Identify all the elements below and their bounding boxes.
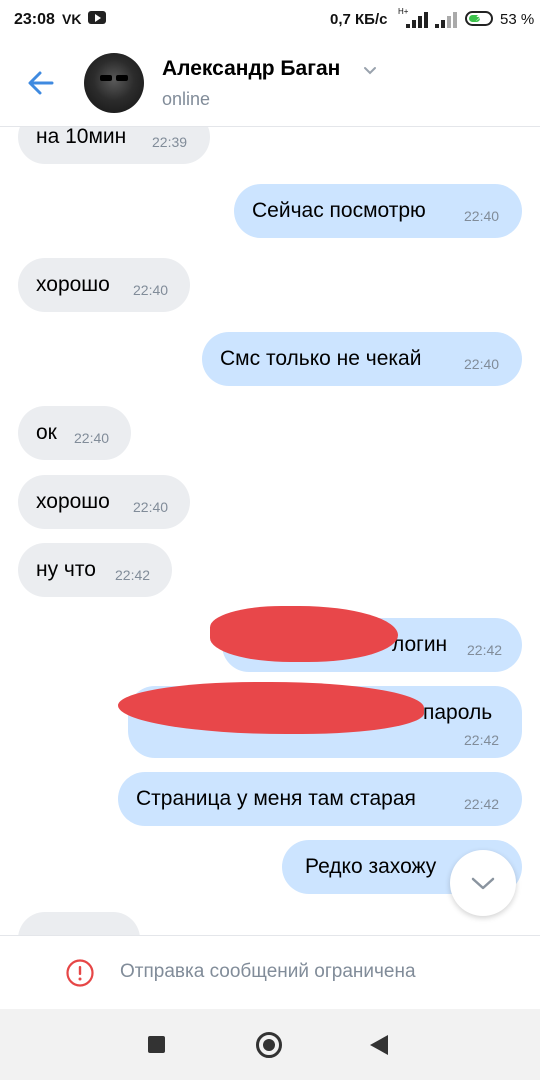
- incoming-message[interactable]: [18, 912, 140, 935]
- home-icon[interactable]: [256, 1032, 282, 1058]
- chat-header: Александр Баган online: [0, 40, 540, 127]
- message-text: хорошо: [36, 490, 110, 513]
- recent-apps-icon[interactable]: [148, 1036, 165, 1053]
- message-text: ок: [36, 421, 57, 444]
- message-text: Сейчас посмотрю: [252, 199, 426, 222]
- incoming-message[interactable]: хорошо 22:40: [18, 475, 190, 529]
- message-text: Редко захожу: [305, 855, 437, 878]
- contact-name[interactable]: Александр Баган: [162, 57, 340, 81]
- message-text: на 10мин: [36, 125, 127, 148]
- contact-status: online: [162, 89, 211, 109]
- avatar[interactable]: [84, 53, 144, 113]
- incoming-message[interactable]: хорошо 22:40: [18, 258, 190, 312]
- message-time: 22:42: [115, 567, 151, 583]
- message-time: 22:40: [133, 282, 169, 298]
- message-time: 22:42: [467, 642, 503, 658]
- incoming-message[interactable]: ок 22:40: [18, 406, 131, 460]
- back-arrow-icon[interactable]: [24, 66, 58, 100]
- message-text: ну что: [36, 558, 96, 581]
- warning-icon: [66, 959, 94, 987]
- nav-back-icon[interactable]: [370, 1035, 388, 1055]
- system-nav-bar: [0, 1008, 540, 1080]
- outgoing-message[interactable]: Сейчас посмотрю 22:40: [234, 184, 522, 238]
- message-list[interactable]: на 10мин 22:39 Сейчас посмотрю 22:40 хорошо 2…: [0, 0, 540, 935]
- scroll-down-icon: [471, 877, 495, 890]
- message-text: хорошо: [36, 273, 110, 296]
- message-time: 22:40: [464, 208, 500, 224]
- redaction-mark: [210, 606, 398, 662]
- message-time: 22:39: [152, 134, 188, 150]
- message-text: Страница у меня там старая: [136, 787, 416, 810]
- message-text: пароль: [423, 701, 493, 724]
- outgoing-message[interactable]: Смс только не чекай 22:40: [202, 332, 522, 386]
- message-text: Смс только не чекай: [220, 347, 422, 370]
- message-time: 22:40: [464, 356, 500, 372]
- message-time: 22:40: [74, 430, 110, 446]
- incoming-message[interactable]: ну что 22:42: [18, 543, 172, 597]
- chevron-down-icon[interactable]: [362, 63, 378, 79]
- outgoing-message[interactable]: Страница у меня там старая 22:42: [118, 772, 522, 826]
- message-text: логин: [392, 633, 448, 656]
- restriction-text: Отправка сообщений ограничена: [120, 961, 416, 982]
- message-time: 22:40: [133, 499, 169, 515]
- restriction-footer: Отправка сообщений ограничена: [0, 935, 540, 1009]
- message-time: 22:42: [464, 796, 500, 812]
- scroll-down-button[interactable]: [450, 850, 516, 916]
- message-time: 22:42: [464, 732, 500, 748]
